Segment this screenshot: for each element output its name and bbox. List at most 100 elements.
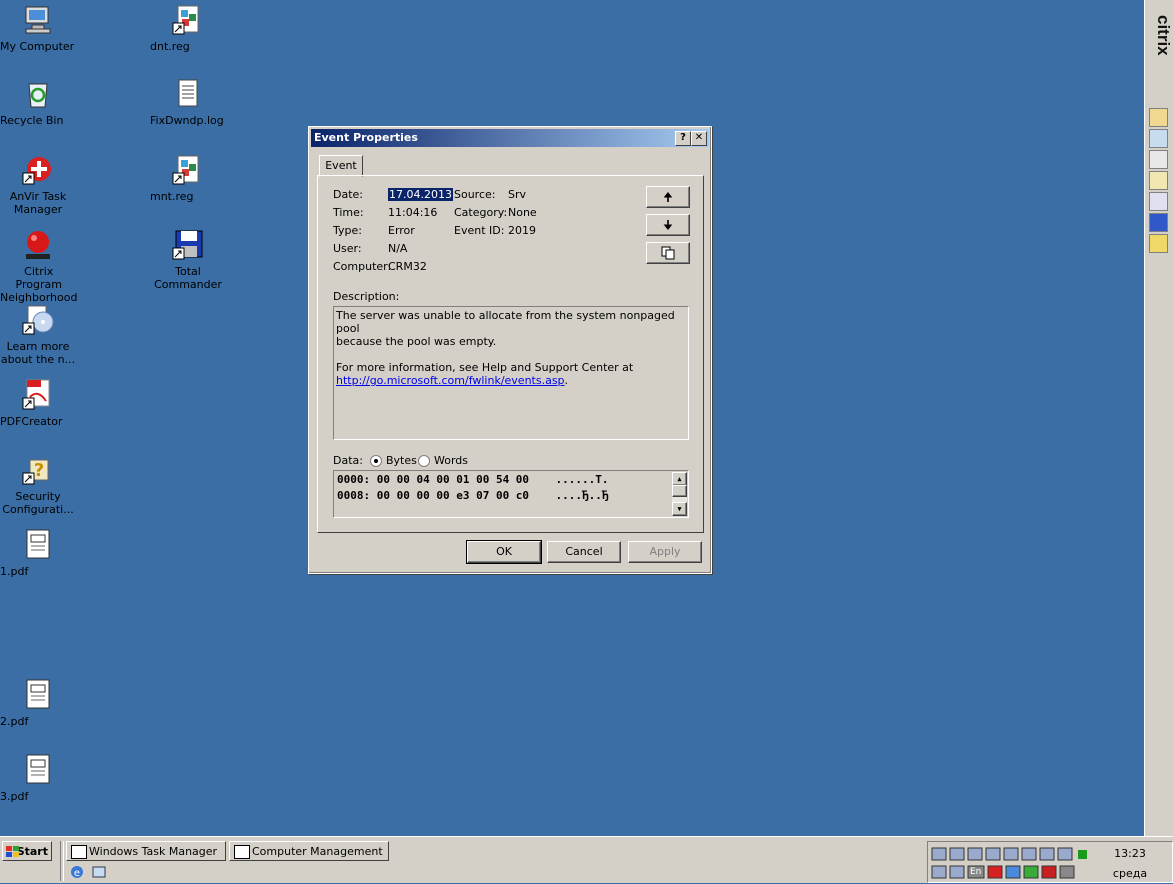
clock[interactable]: 13:23 [1108, 847, 1152, 860]
desktop-icon-security-config[interactable]: ? Security Configurati... [0, 454, 76, 516]
svg-text:e: e [74, 868, 80, 879]
desktop-icon-pdfcreator[interactable]: PDFCreator [0, 379, 76, 428]
words-label[interactable]: Words [434, 454, 468, 467]
ok-button[interactable]: OK [466, 540, 542, 564]
citrix-app-button-6[interactable] [1149, 213, 1168, 232]
taskbar: Start Windows Task Manager Computer Mana… [0, 836, 1173, 883]
eventid-label: Event ID: [454, 224, 505, 237]
cd-icon [22, 304, 54, 336]
computer-management-icon [234, 845, 250, 859]
copy-button[interactable] [646, 242, 690, 264]
desktop-icon-total-commander[interactable]: Total Commander [150, 229, 226, 291]
scroll-up-arrow-icon[interactable]: ▲ [672, 472, 687, 486]
data-row: 0000: 00 00 04 00 01 00 54 00 ......T. [337, 473, 609, 486]
desktop-icon-recycle-bin[interactable]: Recycle Bin [0, 78, 76, 127]
eventid-value: 2019 [508, 224, 536, 237]
link-suffix: . [564, 374, 569, 387]
citrix-app-button-4[interactable] [1149, 171, 1168, 190]
citrix-app-button-7[interactable] [1149, 234, 1168, 253]
task-windows-task-manager[interactable]: Windows Task Manager [66, 841, 226, 861]
desktop-icon-learn-more[interactable]: Learn more about the n... [0, 304, 76, 366]
windows-logo-icon [6, 845, 20, 857]
taskbar-separator [60, 841, 64, 881]
desktop-icon-fixdwndp-log[interactable]: FixDwndp.log [150, 78, 226, 127]
registry-file-icon [172, 4, 204, 36]
desktop-icon-anvir[interactable]: AnVir Task Manager [0, 154, 76, 216]
task-label: Computer Management [252, 845, 383, 858]
text-file-icon [172, 78, 204, 110]
desktop-icon-label: Recycle Bin [0, 114, 64, 127]
data-scrollbar[interactable]: ▲ ▼ [672, 472, 687, 516]
scroll-down-arrow-icon[interactable]: ▼ [672, 502, 687, 516]
computer-value: CRM32 [388, 260, 427, 273]
computer-label: Computer: [333, 260, 392, 273]
user-label: User: [333, 242, 362, 255]
desktop-icon-label: Total Commander [154, 265, 222, 291]
desktop-icon-my-computer[interactable]: My Computer [0, 4, 76, 53]
start-button[interactable]: Start [2, 841, 52, 861]
quick-launch-ie-icon[interactable]: e [70, 865, 84, 879]
bytes-label[interactable]: Bytes [386, 454, 417, 467]
copy-icon [660, 246, 676, 263]
svg-text:?: ? [34, 460, 44, 481]
description-textbox[interactable]: The server was unable to allocate from t… [333, 306, 689, 440]
words-radio[interactable] [418, 455, 430, 467]
previous-event-button[interactable]: 🠉 [646, 186, 690, 208]
citrix-app-button-1[interactable] [1149, 108, 1168, 127]
data-label: Data: [333, 454, 363, 467]
date-value[interactable]: 17.04.2013 [388, 188, 453, 201]
recycle-bin-icon [22, 78, 54, 110]
document-icon [22, 529, 54, 561]
citrix-ball-icon [22, 229, 54, 261]
citrix-app-button-3[interactable] [1149, 150, 1168, 169]
cancel-label: Cancel [565, 545, 603, 558]
desktop-icon-1pdf[interactable]: 1.pdf [0, 529, 76, 578]
tray-network-icons [931, 847, 1087, 879]
clock-day: среда [1112, 867, 1148, 880]
type-label: Type: [333, 224, 362, 237]
citrix-logo: citrix [1154, 14, 1173, 56]
source-value: Srv [508, 188, 527, 201]
type-value: Error [388, 224, 415, 237]
description-line-1: The server was unable to allocate from t… [336, 309, 675, 335]
apply-label: Apply [649, 545, 681, 558]
description-line-3: For more information, see Help and Suppo… [336, 361, 634, 374]
event-properties-dialog: Event Properties ? ✕ Event Date: 17.04.2… [308, 126, 712, 574]
help-link[interactable]: http://go.microsoft.com/fwlink/events.as… [336, 374, 565, 387]
category-label: Category: [454, 206, 508, 219]
task-computer-management[interactable]: Computer Management [229, 841, 389, 861]
dialog-titlebar[interactable]: Event Properties ? ✕ [311, 129, 709, 147]
category-value: None [508, 206, 537, 219]
apply-button[interactable]: Apply [628, 541, 702, 563]
tray-language-indicator[interactable]: En [970, 867, 981, 877]
registry-file-icon [172, 154, 204, 186]
arrow-up-icon: 🠉 [663, 190, 673, 204]
close-button[interactable]: ✕ [691, 131, 707, 146]
my-computer-icon [22, 4, 54, 36]
next-event-button[interactable]: 🠋 [646, 214, 690, 236]
data-row: 0008: 00 00 00 00 e3 07 00 c0 ....Ђ..Ђ [337, 489, 609, 502]
description-line-2: because the pool was empty. [336, 335, 497, 348]
task-manager-icon [71, 845, 87, 859]
quick-launch-desktop-icon[interactable] [92, 865, 106, 879]
user-value: N/A [388, 242, 408, 255]
desktop-icon-label: mnt.reg [150, 190, 194, 203]
citrix-app-button-2[interactable] [1149, 129, 1168, 148]
desktop-icon-dnt-reg[interactable]: dnt.reg [150, 4, 226, 53]
data-hex-box[interactable]: 0000: 00 00 04 00 01 00 54 00 ......T. 0… [333, 470, 689, 518]
scroll-thumb[interactable] [672, 485, 687, 497]
ok-label: OK [496, 545, 512, 558]
desktop-icon-3pdf[interactable]: 3.pdf [0, 754, 76, 803]
desktop-icon-mnt-reg[interactable]: mnt.reg [150, 154, 226, 203]
bytes-radio[interactable] [370, 455, 382, 467]
tab-event[interactable]: Event [319, 155, 363, 177]
anvir-icon [22, 154, 54, 186]
desktop-icon-2pdf[interactable]: 2.pdf [0, 679, 76, 728]
desktop-icon-label: 1.pdf [0, 565, 29, 578]
cancel-button[interactable]: Cancel [547, 541, 621, 563]
desktop-icon-label: AnVir Task Manager [9, 190, 67, 216]
desktop-icon-citrix-pn[interactable]: Citrix Program Neighborhood [0, 229, 77, 304]
document-icon [22, 754, 54, 786]
citrix-app-button-5[interactable] [1149, 192, 1168, 211]
help-button[interactable]: ? [675, 131, 691, 146]
